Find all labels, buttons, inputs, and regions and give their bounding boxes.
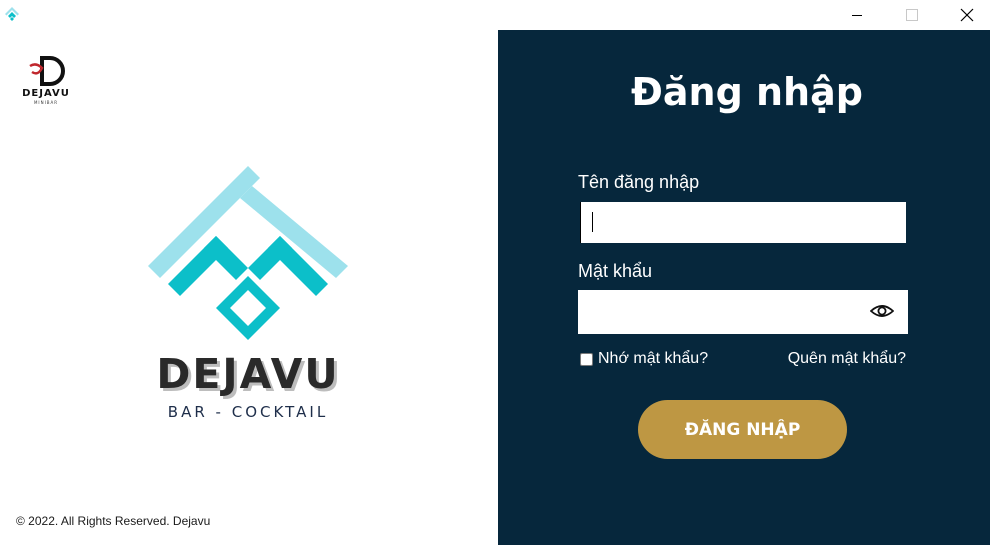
maximize-icon	[905, 9, 918, 21]
small-logo: DEJAVU MINIBAR	[18, 54, 74, 106]
dejavu-app-icon	[5, 7, 19, 21]
close-button[interactable]	[939, 0, 994, 30]
copyright-text: © 2022. All Rights Reserved. Dejavu	[16, 514, 211, 528]
dejavu-logo-icon	[148, 166, 348, 340]
small-logo-sub: MINIBAR	[33, 100, 59, 105]
username-input[interactable]	[580, 202, 906, 243]
minimize-button[interactable]	[829, 0, 884, 30]
login-title: Đăng nhập	[631, 70, 863, 114]
password-input[interactable]	[578, 290, 908, 334]
password-label: Mật khẩu	[578, 261, 653, 281]
login-button[interactable]: ĐĂNG NHẬP	[638, 400, 847, 459]
brand-name: DEJAVU	[156, 350, 340, 398]
close-icon	[960, 8, 973, 22]
small-logo-name: DEJAVU	[22, 88, 70, 99]
remember-me[interactable]: Nhớ mật khẩu?	[580, 350, 708, 368]
username-label: Tên đăng nhập	[578, 172, 700, 192]
eye-icon[interactable]	[870, 302, 894, 320]
maximize-button[interactable]	[884, 0, 939, 30]
remember-label: Nhớ mật khẩu?	[598, 350, 709, 367]
brand-tagline: BAR - COCKTAIL	[167, 403, 329, 421]
minimize-icon	[851, 15, 862, 16]
window-controls	[829, 0, 994, 30]
remember-checkbox[interactable]	[580, 352, 593, 366]
login-panel: Đăng nhập Tên đăng nhập Mật khẩu Nhớ mật…	[498, 30, 990, 545]
text-caret	[592, 212, 593, 232]
dejavu-mark-icon	[29, 56, 65, 86]
forgot-password-link[interactable]: Quên mật khẩu?	[788, 350, 906, 368]
